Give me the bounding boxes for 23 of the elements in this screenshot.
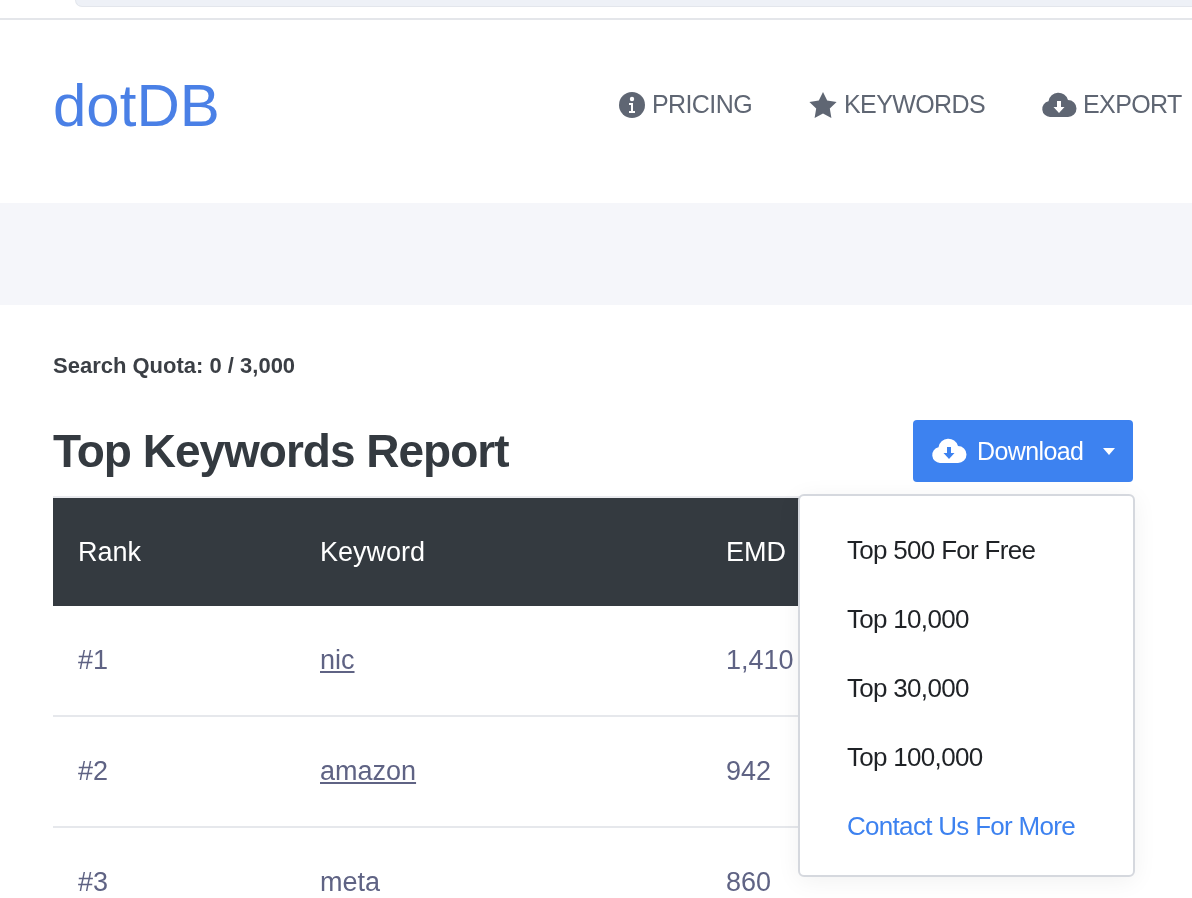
keyword-link[interactable]: amazon (320, 756, 417, 786)
column-header: Keyword (295, 497, 701, 606)
menu-item[interactable]: Top 100,000 (800, 723, 1133, 792)
nav-link[interactable]: EXPORT (1041, 90, 1182, 119)
rank-cell: #3 (53, 827, 295, 898)
cloud-download-icon (931, 438, 967, 464)
caret-icon (1103, 447, 1115, 455)
menu-item[interactable]: Top 30,000 (800, 654, 1133, 723)
info-icon (618, 90, 646, 119)
nav-link[interactable]: PRICING (618, 90, 752, 119)
logo[interactable]: dotDB (53, 71, 618, 140)
nav-link[interactable]: KEYWORDS (808, 90, 986, 119)
cloud-download-icon (1041, 91, 1078, 118)
search-quota: Search Quota: 0 / 3,000 (53, 353, 297, 380)
keyword-link[interactable]: nic (320, 645, 355, 675)
report-title: Top Keywords Report (53, 424, 509, 478)
rank-cell: #1 (53, 606, 295, 716)
keyword-link[interactable]: meta (320, 867, 381, 897)
rank-cell: #2 (53, 716, 295, 827)
column-header: Rank (53, 497, 295, 606)
menu-item[interactable]: Top 500 For Free (800, 516, 1133, 585)
star-icon (808, 90, 838, 119)
download-button[interactable]: Download (913, 420, 1133, 482)
